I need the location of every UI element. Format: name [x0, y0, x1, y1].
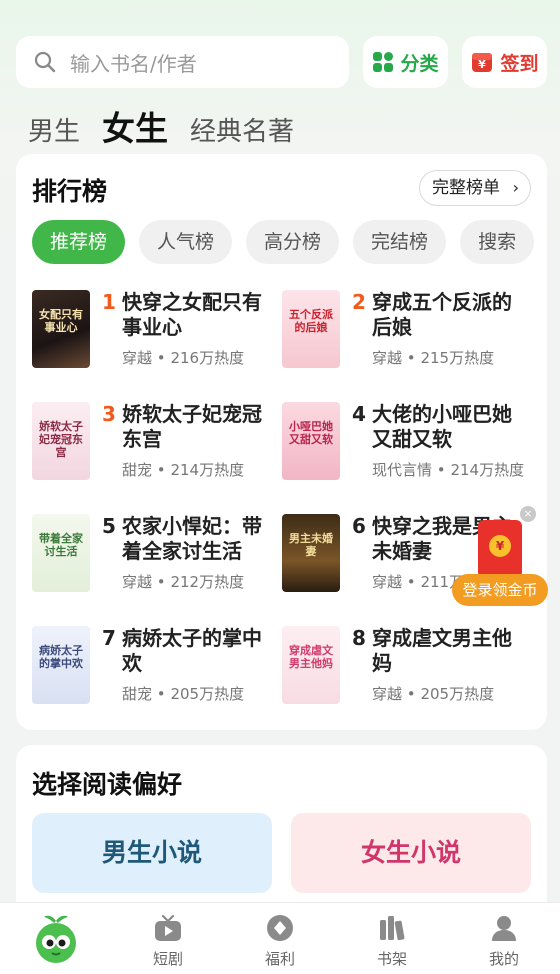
book-cover[interactable]: 娇软太子妃宠冠东宫 — [32, 402, 90, 480]
book-item-8[interactable]: 穿成虐文男主他妈 8 穿成虐文男主他妈 穿越 • 205万热度 — [282, 626, 527, 718]
full-list-button[interactable]: 完整榜单 › — [419, 170, 531, 206]
login-reward-label[interactable]: 登录领金币 — [452, 574, 548, 606]
book-title: 农家小悍妃：带着全家讨生活 — [122, 514, 262, 563]
bookshelf-icon — [377, 913, 407, 947]
chip-top-rated[interactable]: 高分榜 — [246, 220, 340, 264]
signin-label: 签到 — [500, 52, 539, 75]
grid-icon — [372, 51, 394, 73]
chevron-right-icon: › — [512, 178, 519, 197]
nav-mine[interactable]: 我的 — [448, 903, 560, 974]
gift-coin-icon — [265, 913, 295, 947]
signin-button[interactable]: ¥ 签到 — [462, 36, 547, 88]
book-item-4[interactable]: 小哑巴她又甜又软 4 大佬的小哑巴她又甜又软 现代言情 • 214万热度 — [282, 402, 527, 494]
bottom-nav: 短剧 福利 书架 我的 — [0, 902, 560, 974]
search-icon — [34, 51, 56, 73]
search-placeholder: 输入书名/作者 — [70, 51, 197, 76]
nav-bookshelf-label: 书架 — [376, 950, 407, 968]
book-item-7[interactable]: 病娇太子的掌中欢 7 病娇太子的掌中欢 甜宠 • 205万热度 — [32, 626, 277, 718]
tab-male[interactable]: 男生 — [28, 111, 80, 148]
nav-shorts-label: 短剧 — [152, 950, 183, 968]
book-meta: 穿越 • 205万热度 — [372, 685, 495, 703]
book-cover[interactable]: 带着全家讨生活 — [32, 514, 90, 592]
rank-number: 2 — [352, 290, 366, 314]
book-title: 大佬的小哑巴她又甜又软 — [372, 402, 512, 451]
signin-icon: ¥ — [470, 50, 494, 74]
book-meta: 穿越 • 216万热度 — [122, 349, 245, 367]
book-cover[interactable]: 男主未婚妻 — [282, 514, 340, 592]
book-title: 穿成五个反派的后娘 — [372, 290, 512, 339]
book-item-5[interactable]: 带着全家讨生活 5 农家小悍妃：带着全家讨生活 穿越 • 212万热度 — [32, 514, 277, 606]
app-mascot-icon — [29, 911, 83, 969]
book-title: 穿成虐文男主他妈 — [372, 626, 512, 675]
book-cover[interactable]: 小哑巴她又甜又软 — [282, 402, 340, 480]
book-title: 病娇太子的掌中欢 — [122, 626, 262, 675]
book-cover[interactable]: 穿成虐文男主他妈 — [282, 626, 340, 704]
nav-benefits[interactable]: 福利 — [224, 903, 336, 974]
svg-text:¥: ¥ — [479, 58, 487, 71]
rank-number: 5 — [102, 514, 116, 538]
book-cover[interactable]: 病娇太子的掌中欢 — [32, 626, 90, 704]
chip-search[interactable]: 搜索 — [460, 220, 535, 264]
category-label: 分类 — [400, 52, 439, 75]
ranking-title: 排行榜 — [32, 177, 108, 206]
close-icon[interactable]: × — [520, 506, 536, 522]
login-reward-float[interactable]: ¥ × 登录领金币 — [452, 506, 548, 606]
book-item-2[interactable]: 五个反派的后娘 2 穿成五个反派的后娘 穿越 • 215万热度 — [282, 290, 527, 382]
search-bar[interactable]: 输入书名/作者 — [16, 36, 349, 88]
nav-home[interactable] — [0, 903, 112, 974]
ranking-chips: 推荐榜 人气榜 高分榜 完结榜 搜索 — [32, 220, 547, 264]
book-title: 娇软太子妃宠冠东宫 — [122, 402, 262, 451]
book-meta: 甜宠 • 214万热度 — [122, 461, 245, 479]
book-item-1[interactable]: 女配只有事业心 1 快穿之女配只有事业心 穿越 • 216万热度 — [32, 290, 277, 382]
nav-benefits-label: 福利 — [264, 950, 295, 968]
rank-number: 3 — [102, 402, 116, 426]
rank-number: 7 — [102, 626, 116, 650]
female-novel-button[interactable]: 女生小说 — [291, 813, 531, 893]
book-item-3[interactable]: 娇软太子妃宠冠东宫 3 娇软太子妃宠冠东宫 甜宠 • 214万热度 — [32, 402, 277, 494]
tab-female[interactable]: 女生 — [102, 102, 168, 150]
nav-shorts[interactable]: 短剧 — [112, 903, 224, 974]
book-meta: 现代言情 • 214万热度 — [372, 461, 525, 479]
coin-icon: ¥ — [489, 535, 511, 557]
rank-number: 6 — [352, 514, 366, 538]
nav-mine-label: 我的 — [488, 950, 519, 968]
gender-tabs: 男生 女生 经典名著 — [28, 102, 316, 150]
book-title: 快穿之女配只有事业心 — [122, 290, 262, 339]
book-cover[interactable]: 女配只有事业心 — [32, 290, 90, 368]
rank-number: 1 — [102, 290, 116, 314]
rank-number: 4 — [352, 402, 366, 426]
book-meta: 穿越 • 215万热度 — [372, 349, 495, 367]
preference-title: 选择阅读偏好 — [32, 770, 183, 799]
user-icon — [489, 913, 519, 947]
chip-popular[interactable]: 人气榜 — [139, 220, 233, 264]
tab-classics[interactable]: 经典名著 — [190, 111, 294, 148]
ranking-card: 排行榜 完整榜单 › 推荐榜 人气榜 高分榜 完结榜 搜索 女配只有事业心 1 … — [16, 154, 547, 730]
book-cover[interactable]: 五个反派的后娘 — [282, 290, 340, 368]
full-list-label: 完整榜单 — [432, 178, 500, 198]
male-novel-button[interactable]: 男生小说 — [32, 813, 272, 893]
book-meta: 甜宠 • 205万热度 — [122, 685, 245, 703]
category-button[interactable]: 分类 — [363, 36, 448, 88]
chip-completed[interactable]: 完结榜 — [353, 220, 447, 264]
nav-bookshelf[interactable]: 书架 — [336, 903, 448, 974]
tv-icon — [153, 913, 183, 947]
book-meta: 穿越 • 212万热度 — [122, 573, 245, 591]
chip-recommend[interactable]: 推荐榜 — [32, 220, 126, 264]
rank-number: 8 — [352, 626, 366, 650]
